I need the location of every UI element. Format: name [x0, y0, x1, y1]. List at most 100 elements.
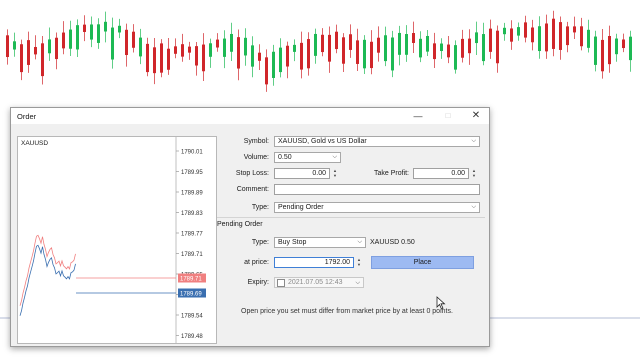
bg-candle-body [496, 30, 499, 64]
bg-candle-body [412, 33, 415, 43]
mini-price-label: 1789.48 [181, 334, 203, 340]
bg-candle-body [223, 38, 226, 57]
symbol-label: Symbol: [243, 138, 269, 145]
bg-candle-body [202, 44, 205, 72]
bg-candle-body [559, 22, 562, 50]
bg-candle-body [111, 27, 114, 60]
chevron-down-icon: ⌵ [357, 239, 362, 245]
bg-candle-body [62, 32, 65, 49]
bg-candle-body [482, 34, 485, 62]
expiry-value: 2021.07.05 12:43 [288, 279, 343, 286]
bg-candle-body [76, 25, 79, 50]
stop-loss-spinner[interactable]: ▲ ▼ [331, 168, 339, 179]
comment-input[interactable] [274, 184, 480, 195]
bg-candle-body [97, 24, 100, 43]
mouse-cursor-icon [436, 296, 446, 310]
bg-candle-body [587, 29, 590, 48]
bg-candle-body [139, 37, 142, 57]
bg-candle-body [545, 23, 548, 52]
expiry-checkbox[interactable] [277, 279, 285, 287]
order-type-select[interactable]: Pending Order ⌵ [274, 202, 480, 213]
bg-candle-body [363, 39, 366, 69]
mini-price-label: 1789.95 [181, 170, 203, 176]
bg-candle-body [440, 43, 443, 52]
pending-type-select[interactable]: Buy Stop ⌵ [274, 237, 366, 248]
instrument-info: XAUUSD 0.50 [370, 239, 415, 246]
mini-chart-svg: 1790.01 1789.95 1789.89 1789.83 1789.77 1789.… [19, 137, 206, 343]
mini-bid-line [19, 244, 76, 316]
bg-candle-body [475, 32, 478, 44]
minimize-icon[interactable]: — [411, 110, 425, 122]
bg-candle-body [48, 39, 51, 54]
bg-candle-body [335, 31, 338, 50]
order-type-value: Pending Order [278, 204, 324, 211]
bg-candle-body [573, 26, 576, 33]
place-button[interactable]: Place [371, 256, 474, 269]
bg-candle-body [608, 36, 611, 65]
volume-select[interactable]: 0.50 ⌵ [274, 152, 341, 163]
symbol-select[interactable]: XAUUSD, Gold vs US Dollar ⌵ [274, 136, 480, 147]
bg-candle-body [20, 44, 23, 73]
mini-price-label: 1789.83 [181, 211, 203, 217]
bg-candle-body [83, 24, 86, 32]
bg-candle-body [146, 43, 149, 73]
bg-candle-body [251, 45, 254, 67]
bg-candle-body [27, 40, 30, 65]
bg-candle-body [188, 46, 191, 53]
bg-candle-body [300, 42, 303, 70]
bg-candle-body [118, 25, 121, 33]
bg-candle-body [377, 37, 380, 53]
bg-candle-body [552, 18, 555, 49]
bg-candle-body [209, 43, 212, 57]
bg-candle-body [195, 46, 198, 66]
bg-candle-body [503, 27, 506, 35]
dialog-title: Order [17, 112, 37, 121]
bg-candle-body [405, 34, 408, 55]
ask-level-label: 1789.71 [180, 276, 202, 282]
at-price-input[interactable]: 1792.00 [274, 257, 354, 268]
chevron-down-icon: ⌵ [355, 280, 360, 286]
pending-order-group-title: Pending Order [217, 221, 263, 228]
dialog-titlebar[interactable]: Order — □ ✕ [11, 108, 489, 124]
bid-level-label: 1789.69 [180, 291, 202, 297]
bg-candle-body [258, 52, 261, 61]
bg-candle-body [517, 27, 520, 36]
chevron-down-icon: ⌵ [471, 204, 476, 210]
bg-candle-body [307, 39, 310, 69]
expiry-label: Expiry: [247, 279, 269, 286]
mini-price-label: 1789.77 [181, 232, 203, 238]
bg-candle-body [293, 44, 296, 52]
order-dialog: Order — □ ✕ 1790.01 1789.95 1789.89 1789.83… [10, 107, 490, 347]
bg-candle-body [41, 43, 44, 77]
bg-candle-body [69, 29, 72, 49]
mini-price-label: 1789.54 [181, 314, 203, 320]
take-profit-spinner[interactable]: ▲ ▼ [470, 168, 478, 179]
bg-candle-body [160, 43, 163, 73]
mini-price-label: 1789.89 [181, 191, 203, 197]
volume-label: Volume: [243, 154, 269, 161]
bg-candle-body [321, 34, 324, 53]
stop-loss-input[interactable]: 0.00 [274, 168, 330, 179]
bg-candle-body [433, 43, 436, 60]
close-icon[interactable]: ✕ [469, 110, 483, 122]
bg-candle-body [349, 34, 352, 50]
bg-candle-body [328, 34, 331, 62]
mini-price-label: 1789.71 [181, 252, 203, 258]
stop-loss-label: Stop Loss: [235, 170, 269, 177]
group-divider [217, 217, 485, 218]
bg-candle-body [104, 21, 107, 32]
bg-candle-body [454, 45, 457, 70]
chevron-down-icon: ⌵ [332, 154, 337, 160]
type-label: Type: [251, 204, 269, 211]
bg-candle-body [426, 35, 429, 52]
pending-type-label: Type: [251, 239, 269, 246]
mini-price-chart: 1790.01 1789.95 1789.89 1789.83 1789.77 1789.… [17, 136, 217, 344]
chevron-down-icon: ⌵ [471, 138, 476, 144]
at-price-spinner[interactable]: ▲ ▼ [355, 257, 363, 268]
bg-candle-body [398, 32, 401, 55]
expiry-input[interactable]: 2021.07.05 12:43 ⌵ [274, 277, 364, 288]
take-profit-input[interactable]: 0.00 [413, 168, 469, 179]
at-price-label: at price: [244, 259, 269, 266]
bg-candle-body [566, 26, 569, 46]
bg-candle-body [230, 33, 233, 52]
